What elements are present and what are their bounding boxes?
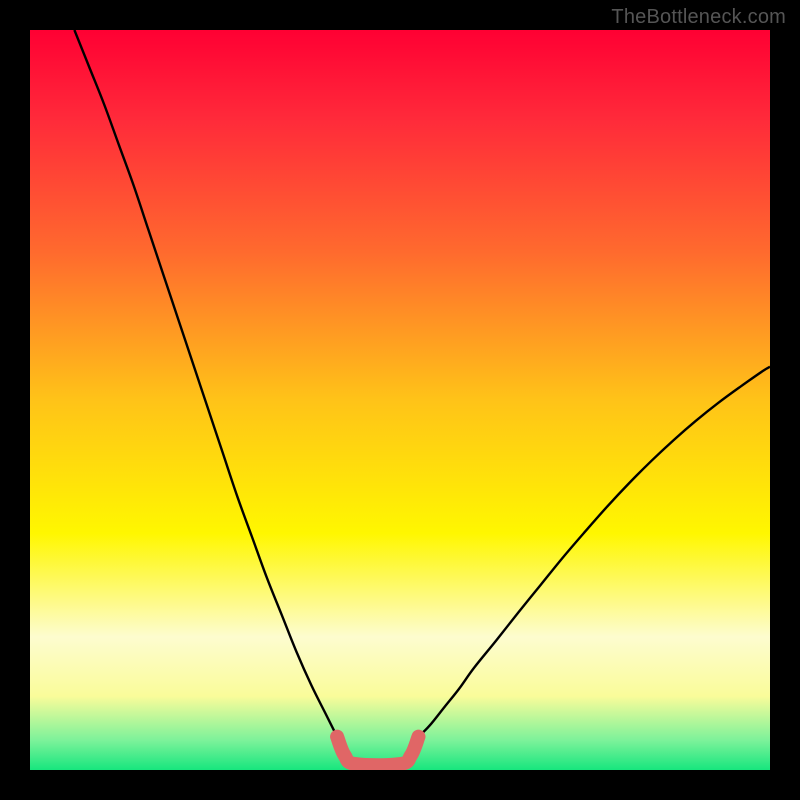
gradient-background (30, 30, 770, 770)
attribution-label: TheBottleneck.com (611, 6, 786, 29)
plot-area (30, 30, 770, 770)
chart-svg (30, 30, 770, 770)
chart-frame: TheBottleneck.com (0, 0, 800, 800)
